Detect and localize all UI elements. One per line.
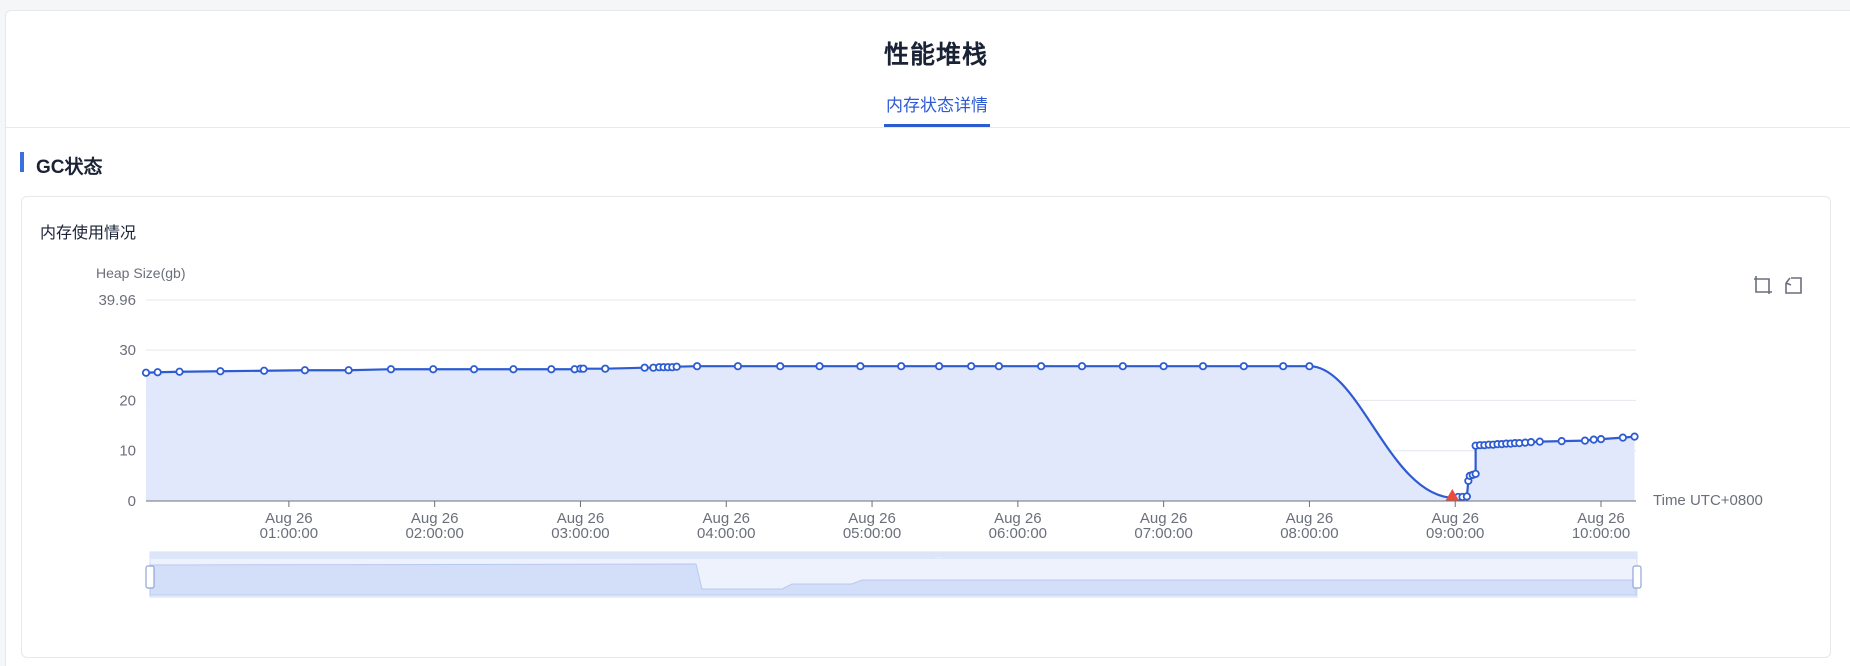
x-tick-label-time: 03:00:00 (551, 525, 609, 542)
data-point[interactable] (1077, 362, 1087, 371)
data-point[interactable] (815, 362, 824, 371)
y-tick-label: 0 (128, 493, 136, 510)
x-tick-label-time: 04:00:00 (697, 525, 755, 542)
data-point[interactable] (216, 367, 225, 376)
slider-handle-end[interactable] (1632, 565, 1642, 589)
data-point[interactable] (153, 368, 162, 377)
data-point[interactable] (547, 365, 556, 374)
data-point[interactable] (469, 365, 479, 374)
data-point[interactable] (1279, 362, 1288, 371)
data-zoom-slider[interactable]: … (145, 551, 1642, 598)
data-point[interactable] (259, 366, 269, 375)
x-tick-label-time: 08:00:00 (1280, 525, 1338, 542)
data-point[interactable] (1580, 436, 1590, 445)
data-point[interactable] (733, 362, 743, 371)
data-point[interactable] (776, 362, 785, 371)
y-tick-label: 10 (119, 443, 136, 460)
data-point[interactable] (579, 364, 588, 373)
data-point[interactable] (1305, 362, 1314, 371)
series-area (146, 366, 1635, 501)
data-point[interactable] (175, 367, 184, 376)
x-axis: Aug 2601:00:00Aug 2602:00:00Aug 2603:00:… (146, 500, 1636, 542)
data-point[interactable] (1159, 362, 1168, 371)
data-point[interactable] (1526, 438, 1536, 447)
data-point[interactable] (1198, 362, 1208, 371)
y-axis-label: Heap Size(gb) (96, 265, 186, 281)
data-point[interactable] (692, 362, 702, 371)
x-tick-label-time: 02:00:00 (405, 525, 463, 542)
slider-grip-icon: … (935, 551, 943, 560)
data-point[interactable] (1630, 432, 1639, 441)
y-axis-ticks: 0 10 20 30 39.96 (98, 292, 136, 510)
zoom-restore-icon[interactable] (1783, 274, 1805, 296)
y-tick-label: 39.96 (98, 292, 136, 309)
y-tick-label: 20 (119, 392, 136, 409)
zoom-select-icon[interactable] (1752, 274, 1774, 296)
data-point[interactable] (672, 362, 681, 371)
data-point[interactable] (300, 366, 310, 375)
data-point[interactable] (935, 362, 944, 371)
data-point[interactable] (1589, 435, 1598, 444)
data-point[interactable] (429, 365, 438, 374)
x-tick-label-time: 06:00:00 (989, 525, 1047, 542)
memory-chart: Heap Size(gb) 0 10 20 30 39.96 Aug 2601:00:0… (96, 265, 1805, 598)
data-point[interactable] (994, 362, 1003, 371)
data-point[interactable] (1557, 437, 1566, 446)
data-point[interactable] (640, 363, 649, 372)
data-point[interactable] (344, 366, 353, 375)
data-point[interactable] (141, 368, 151, 377)
data-point[interactable] (601, 364, 610, 373)
data-point[interactable] (1618, 433, 1627, 442)
data-point[interactable] (1535, 437, 1544, 446)
x-axis-label: Time UTC+0800 (1653, 492, 1763, 509)
x-tick-label-time: 01:00:00 (260, 525, 318, 542)
data-point[interactable] (897, 362, 906, 371)
data-point[interactable] (967, 362, 976, 371)
data-point[interactable] (1118, 362, 1127, 371)
x-tick-label-time: 09:00:00 (1426, 525, 1484, 542)
x-tick-label-time: 10:00:00 (1572, 525, 1630, 542)
x-tick-label-time: 05:00:00 (843, 525, 901, 542)
data-point[interactable] (1462, 492, 1471, 501)
slider-top-bar (150, 552, 1637, 559)
x-tick-label-time: 07:00:00 (1134, 525, 1192, 542)
data-point[interactable] (1037, 362, 1046, 371)
y-tick-label: 30 (119, 342, 136, 359)
data-point[interactable] (1596, 435, 1606, 444)
slider-handle-start[interactable] (145, 565, 155, 589)
data-point[interactable] (1471, 469, 1480, 478)
data-point[interactable] (386, 365, 396, 374)
data-point[interactable] (1239, 362, 1248, 371)
data-point[interactable] (509, 365, 518, 374)
data-point[interactable] (856, 362, 865, 371)
